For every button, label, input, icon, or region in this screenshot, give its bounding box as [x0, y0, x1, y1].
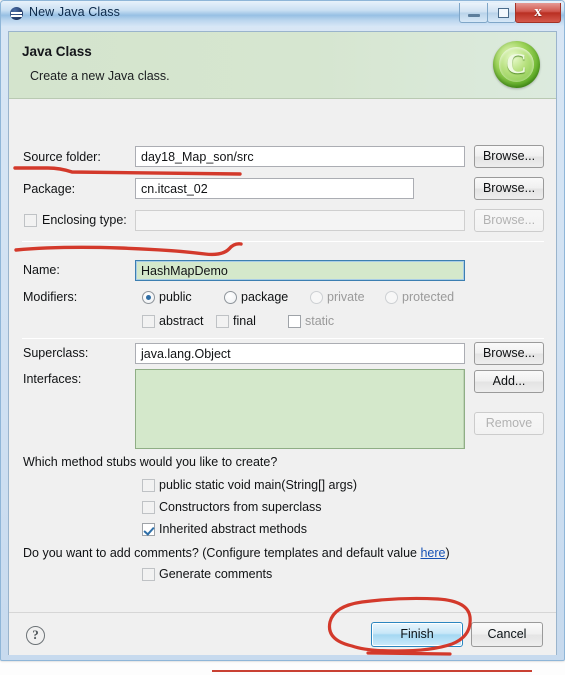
- modifier-radio-package[interactable]: [224, 291, 237, 304]
- form-divider-2: [22, 338, 544, 339]
- page-title: Java Class: [22, 44, 92, 59]
- interfaces-label: Interfaces:: [23, 372, 82, 386]
- package-input[interactable]: cn.itcast_02: [135, 178, 414, 199]
- new-java-class-dialog: New Java Class x Java Class Create a new…: [0, 0, 565, 661]
- modifier-label-abstract: abstract: [159, 314, 204, 328]
- dialog-body: Java Class Create a new Java class. C So…: [8, 31, 557, 655]
- eclipse-icon: [10, 7, 23, 20]
- modifier-label-protected: protected: [402, 290, 455, 304]
- superclass-browse-button[interactable]: Browse...: [474, 342, 544, 365]
- name-input[interactable]: HashMapDemo: [135, 260, 465, 281]
- wizard-form: Source folder: day18_Map_son/src Browse.…: [9, 100, 556, 611]
- enclosing-type-input: [135, 210, 465, 231]
- window-controls: x: [459, 3, 561, 24]
- method-stubs-question: Which method stubs would you like to cre…: [23, 455, 278, 469]
- source-folder-input[interactable]: day18_Map_son/src: [135, 146, 465, 167]
- maximize-button[interactable]: [487, 3, 516, 23]
- name-label: Name:: [23, 263, 60, 277]
- modifier-label-public: public: [159, 290, 192, 304]
- method-stub-label-constructors: Constructors from superclass: [159, 500, 322, 514]
- configure-templates-link[interactable]: here: [420, 546, 445, 560]
- superclass-input[interactable]: java.lang.Object: [135, 343, 465, 364]
- dialog-titlebar[interactable]: New Java Class x: [1, 1, 564, 27]
- wizard-header: Java Class Create a new Java class. C: [9, 32, 556, 99]
- source-folder-browse-button[interactable]: Browse...: [474, 145, 544, 168]
- modifier-radio-public[interactable]: [142, 291, 155, 304]
- modifier-label-private: private: [327, 290, 365, 304]
- modifier-label-final: final: [233, 314, 256, 328]
- help-icon[interactable]: ?: [26, 626, 45, 645]
- method-stub-checkbox-constructors[interactable]: [142, 501, 155, 514]
- minimize-button[interactable]: [459, 3, 488, 23]
- screenshot-root: New Java Class x Java Class Create a new…: [0, 0, 565, 675]
- method-stub-label-inherited: Inherited abstract methods: [159, 522, 307, 536]
- modifier-label-static: static: [305, 314, 335, 328]
- enclosing-type-label: Enclosing type:: [42, 213, 127, 227]
- generate-comments-label: Generate comments: [159, 567, 273, 581]
- modifier-radio-private: [310, 291, 323, 304]
- comments-question: Do you want to add comments? (Configure …: [23, 546, 450, 560]
- interfaces-add-button[interactable]: Add...: [474, 370, 544, 393]
- interfaces-scrollbar[interactable]: [463, 370, 464, 448]
- wizard-icon-letter: C: [506, 48, 527, 80]
- modifier-radio-protected: [385, 291, 398, 304]
- enclosing-type-browse-button: Browse...: [474, 209, 544, 232]
- finish-button[interactable]: Finish: [371, 622, 463, 647]
- cancel-button[interactable]: Cancel: [471, 622, 543, 647]
- modifiers-label: Modifiers:: [23, 290, 78, 304]
- method-stub-label-main: public static void main(String[] args): [159, 478, 357, 492]
- superclass-label: Superclass:: [23, 346, 89, 360]
- interfaces-remove-button: Remove: [474, 412, 544, 435]
- annotation-bottom-line: [0, 668, 565, 675]
- form-divider-1: [22, 241, 544, 242]
- enclosing-type-checkbox[interactable]: [24, 214, 37, 227]
- source-folder-label: Source folder:: [23, 150, 101, 164]
- modifier-label-package: package: [241, 290, 289, 304]
- package-label: Package:: [23, 182, 76, 196]
- method-stub-checkbox-inherited[interactable]: [142, 523, 155, 536]
- package-browse-button[interactable]: Browse...: [474, 177, 544, 200]
- close-icon: x: [534, 4, 542, 20]
- generate-comments-checkbox[interactable]: [142, 568, 155, 581]
- comments-question-suffix: ): [445, 546, 450, 560]
- method-stub-checkbox-main[interactable]: [142, 479, 155, 492]
- comments-question-prefix: Do you want to add comments? (Configure …: [23, 546, 421, 560]
- dialog-title: New Java Class: [29, 5, 121, 19]
- java-class-wizard-icon: C: [493, 41, 540, 88]
- modifier-checkbox-static: [288, 315, 301, 328]
- dialog-footer: ? Finish Cancel: [9, 612, 556, 655]
- page-subtitle: Create a new Java class.: [30, 69, 170, 83]
- close-button[interactable]: x: [515, 3, 561, 23]
- modifier-checkbox-final[interactable]: [216, 315, 229, 328]
- wizard-icon-ring: C: [499, 47, 534, 82]
- modifier-checkbox-abstract[interactable]: [142, 315, 155, 328]
- interfaces-list[interactable]: [135, 369, 465, 449]
